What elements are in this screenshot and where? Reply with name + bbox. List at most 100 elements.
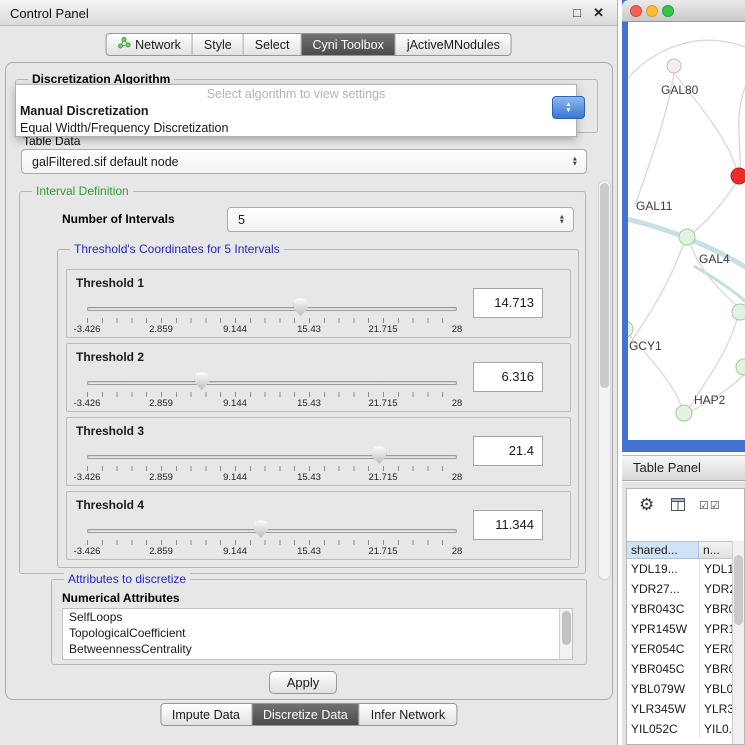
tab-label: Infer Network <box>371 708 445 722</box>
table-cell-shared-name[interactable]: YLR345W <box>627 699 699 719</box>
table-cell-shared-name[interactable]: YBR045C <box>627 659 699 679</box>
slider-knob[interactable] <box>195 372 209 390</box>
threshold-2-slider[interactable]: -3.4262.8599.14415.4321.71528 <box>87 368 457 410</box>
network-node[interactable] <box>732 304 745 320</box>
numerical-attributes-list[interactable]: SelfLoops TopologicalCoefficient Between… <box>62 608 573 660</box>
scrollbar-thumb[interactable] <box>562 611 571 645</box>
table-cell-shared-name[interactable]: YER054C <box>627 639 699 659</box>
table-cell-shared-name[interactable]: YBR043C <box>627 599 699 619</box>
table-cell-shared-name[interactable]: YDL19... <box>627 559 699 579</box>
dropdown-option-equal-width[interactable]: Equal Width/Frequency Discretization <box>16 120 576 137</box>
algorithm-combobox-stepper[interactable]: ▲ ▼ <box>552 96 585 119</box>
threshold-1-slider[interactable]: -3.4262.8599.14415.4321.71528 <box>87 294 457 336</box>
threshold-3-value-field[interactable]: 21.4 <box>473 436 543 466</box>
minimize-traffic-light[interactable] <box>646 5 658 17</box>
combobox-arrows-icon: ▲▼ <box>572 156 578 167</box>
table-data-combobox[interactable]: galFiltered.sif default node ▲▼ <box>21 149 587 174</box>
list-scrollbar[interactable] <box>559 609 572 659</box>
network-node[interactable] <box>736 359 745 375</box>
slider-tick-label: 28 <box>452 546 463 557</box>
network-node[interactable] <box>676 405 692 421</box>
slider-track[interactable] <box>87 307 457 311</box>
table-row[interactable]: YDR27...YDR2... <box>627 579 734 599</box>
columns-icon[interactable] <box>671 498 685 514</box>
network-window-titlebar[interactable] <box>622 0 745 22</box>
list-item[interactable]: SelfLoops <box>63 609 572 625</box>
gear-icon[interactable]: ⚙ <box>639 495 654 515</box>
slider-ticks <box>87 466 457 471</box>
attributes-to-discretize-group: Attributes to discretize Numerical Attri… <box>51 579 587 665</box>
slider-knob[interactable] <box>254 520 268 538</box>
scrollbar-thumb[interactable] <box>734 555 743 625</box>
threshold-4-slider[interactable]: -3.4262.8599.14415.4321.71528 <box>87 516 457 558</box>
network-node[interactable] <box>667 59 681 73</box>
list-item[interactable]: BetweennessCentrality <box>63 641 572 657</box>
table-cell-name[interactable]: YDL1... <box>699 559 734 579</box>
table-scrollbar[interactable] <box>732 541 744 744</box>
tab-jactivemodules[interactable]: jActiveMNodules <box>395 34 511 55</box>
slider-knob[interactable] <box>294 298 308 316</box>
table-row[interactable]: YBR043CYBR0... <box>627 599 734 619</box>
table-cell-name[interactable]: YDR2... <box>699 579 734 599</box>
slider-track[interactable] <box>87 455 457 459</box>
table-row[interactable]: YBR045CYBR0... <box>627 659 734 679</box>
slider-tick-label: -3.426 <box>74 324 101 335</box>
table-cell-shared-name[interactable]: YIL052C <box>627 719 699 739</box>
scrollbar-thumb[interactable] <box>600 183 609 388</box>
tab-select[interactable]: Select <box>243 34 301 55</box>
cyni-toolbox-panel: Discretization Algorithm Select algorith… <box>5 62 613 700</box>
table-row[interactable]: YER054CYER0... <box>627 639 734 659</box>
table-cell-name[interactable]: YBR0... <box>699 599 734 619</box>
threshold-3-panel: Threshold 3 -3.4262.8599.14415.4321.7152… <box>66 417 571 486</box>
interval-definition-group: Interval Definition Number of Intervals … <box>19 191 586 574</box>
list-item[interactable]: TopologicalCoefficient <box>63 625 572 641</box>
zoom-traffic-light[interactable] <box>662 5 674 17</box>
combobox-arrows-icon: ▲▼ <box>559 214 565 225</box>
network-node[interactable] <box>679 229 695 245</box>
table-cell-shared-name[interactable]: YDR27... <box>627 579 699 599</box>
table-cell-shared-name[interactable]: YBL079W <box>627 679 699 699</box>
network-node[interactable] <box>731 168 745 184</box>
table-cell-name[interactable]: YIL0... <box>699 719 734 739</box>
table-cell-name[interactable]: YPR1... <box>699 619 734 639</box>
slider-tick-label: -3.426 <box>74 546 101 557</box>
close-window-icon[interactable]: ✕ <box>593 5 604 21</box>
table-cell-shared-name[interactable]: YPR145W <box>627 619 699 639</box>
table-cell-name[interactable]: YBL0... <box>699 679 734 699</box>
network-node[interactable] <box>628 321 633 337</box>
panel-scrollbar[interactable] <box>598 180 611 580</box>
network-canvas[interactable]: GAL80GAL11GAL4GCY1HAP2 <box>628 22 745 440</box>
slider-knob[interactable] <box>372 446 386 464</box>
slider-tick-label: 28 <box>452 324 463 335</box>
slider-track[interactable] <box>87 381 457 385</box>
threshold-4-value-field[interactable]: 11.344 <box>473 510 543 540</box>
apply-button[interactable]: Apply <box>269 671 337 694</box>
slider-track[interactable] <box>87 529 457 533</box>
tab-label: Network <box>135 38 181 52</box>
close-traffic-light[interactable] <box>630 5 642 17</box>
threshold-2-value-field[interactable]: 6.316 <box>473 362 543 392</box>
table-cell-name[interactable]: YLR3... <box>699 699 734 719</box>
threshold-3-slider[interactable]: -3.4262.8599.14415.4321.71528 <box>87 442 457 484</box>
tab-network[interactable]: Network <box>106 34 192 55</box>
tab-cyni-toolbox[interactable]: Cyni Toolbox <box>300 34 394 55</box>
tab-discretize-data[interactable]: Discretize Data <box>251 704 359 725</box>
tab-infer-network[interactable]: Infer Network <box>359 704 456 725</box>
table-cell-name[interactable]: YBR0... <box>699 659 734 679</box>
table-cell-name[interactable]: YER0... <box>699 639 734 659</box>
select-columns-icon[interactable]: ☑☑ <box>699 499 721 512</box>
threshold-1-value-field[interactable]: 14.713 <box>473 288 543 318</box>
number-of-intervals-combobox[interactable]: 5 ▲▼ <box>227 207 574 232</box>
dropdown-option-manual-discretization[interactable]: Manual Discretization <box>16 103 576 120</box>
slider-tick-label: 21.715 <box>368 398 397 409</box>
table-row[interactable]: YLR345WYLR3... <box>627 699 734 719</box>
table-row[interactable]: YDL19...YDL1... <box>627 559 734 579</box>
tab-style[interactable]: Style <box>192 34 243 55</box>
table-row[interactable]: YIL052CYIL0... <box>627 719 734 739</box>
float-window-icon[interactable]: □ <box>573 5 581 20</box>
slider-tick-label: 15.43 <box>297 324 321 335</box>
table-row[interactable]: YPR145WYPR1... <box>627 619 734 639</box>
table-row[interactable]: YBL079WYBL0... <box>627 679 734 699</box>
column-header-shared-name[interactable]: shared... <box>627 541 699 559</box>
tab-impute-data[interactable]: Impute Data <box>161 704 251 725</box>
